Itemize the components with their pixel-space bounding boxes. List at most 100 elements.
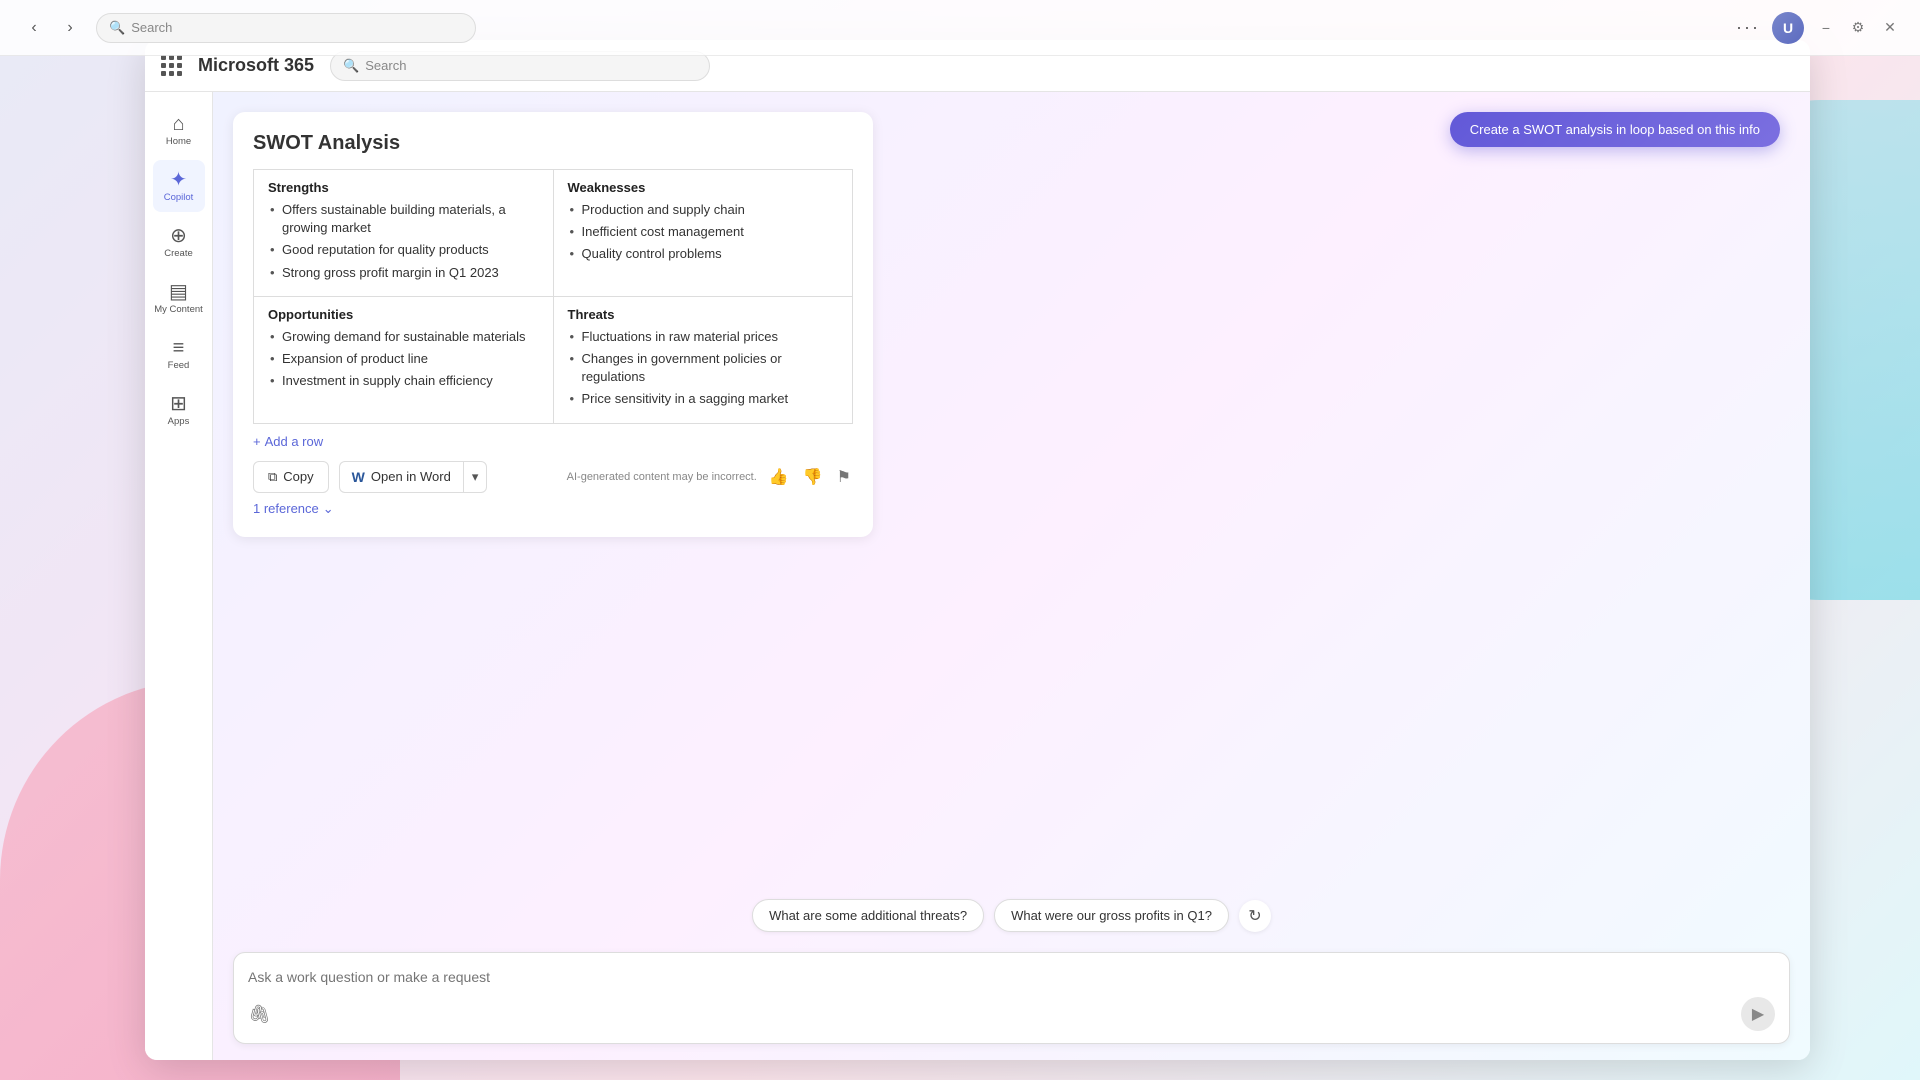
swot-strengths-cell: Strengths Offers sustainable building ma… xyxy=(254,170,554,297)
chat-container: SWOT Analysis Strengths Offers sustainab… xyxy=(213,92,1810,889)
app-title: Microsoft 365 xyxy=(198,55,314,76)
my-content-icon: ▤ xyxy=(169,282,188,302)
minimize-button[interactable]: − xyxy=(1816,18,1836,38)
sidebar-label-home: Home xyxy=(166,136,191,147)
list-item: Offers sustainable building materials, a… xyxy=(268,201,539,237)
chevron-down-icon: ▾ xyxy=(472,469,479,484)
browser-search-bar[interactable]: 🔍 Search xyxy=(96,13,476,43)
close-button[interactable]: ✕ xyxy=(1880,18,1900,38)
word-icon: W xyxy=(352,469,365,485)
feed-icon: ≡ xyxy=(173,338,185,358)
reference-label: 1 reference xyxy=(253,501,319,516)
opportunities-list: Growing demand for sustainable materials… xyxy=(268,328,539,391)
copy-button[interactable]: ⧉ Copy xyxy=(253,461,329,493)
browser-actions: ··· U − ⚙ ✕ xyxy=(1736,12,1900,44)
avatar[interactable]: U xyxy=(1772,12,1804,44)
browser-menu-button[interactable]: ··· xyxy=(1736,17,1760,38)
thumbs-up-button[interactable]: 👍 xyxy=(767,465,791,489)
search-placeholder: Search xyxy=(365,58,406,73)
suggestion-chip-profits[interactable]: What were our gross profits in Q1? xyxy=(994,899,1229,932)
sidebar-item-my-content[interactable]: ▤ My Content xyxy=(153,272,205,324)
threats-header: Threats xyxy=(568,307,839,322)
chevron-down-icon: ⌄ xyxy=(323,501,334,517)
list-item: Production and supply chain xyxy=(568,201,839,219)
create-swot-loop-button[interactable]: Create a SWOT analysis in loop based on … xyxy=(1450,112,1780,147)
sidebar-label-feed: Feed xyxy=(168,360,190,371)
open-word-dropdown-button[interactable]: ▾ xyxy=(463,461,488,493)
sidebar-item-create[interactable]: ⊕ Create xyxy=(153,216,205,268)
suggestion-chip-threats[interactable]: What are some additional threats? xyxy=(752,899,984,932)
list-item: Changes in government policies or regula… xyxy=(568,350,839,386)
thumbs-down-button[interactable]: 👎 xyxy=(801,465,825,489)
sidebar-item-home[interactable]: ⌂ Home xyxy=(153,104,205,156)
suggestions-row: What are some additional threats? What w… xyxy=(213,889,1810,942)
sidebar-item-apps[interactable]: ⊞ Apps xyxy=(153,384,205,436)
paperclip-icon: 🖇 xyxy=(248,1004,271,1024)
chat-input-box: 🖇 ▶ xyxy=(233,952,1790,1044)
open-word-button-group: W Open in Word ▾ xyxy=(339,461,488,493)
sidebar: ⌂ Home ✦ Copilot ⊕ Create ▤ My Content ≡… xyxy=(145,92,213,1060)
sidebar-item-copilot[interactable]: ✦ Copilot xyxy=(153,160,205,212)
browser-search-text: Search xyxy=(131,20,172,35)
copilot-icon: ✦ xyxy=(170,170,187,190)
refresh-suggestions-button[interactable]: ↻ xyxy=(1239,900,1271,932)
open-word-label: Open in Word xyxy=(371,469,451,484)
copy-icon: ⧉ xyxy=(268,469,277,485)
copy-label: Copy xyxy=(283,469,313,484)
weaknesses-header: Weaknesses xyxy=(568,180,839,195)
list-item: Strong gross profit margin in Q1 2023 xyxy=(268,264,539,282)
reference-section[interactable]: 1 reference ⌄ xyxy=(253,501,853,517)
search-icon: 🔍 xyxy=(109,20,125,36)
apps-icon: ⊞ xyxy=(170,394,187,414)
chat-input-footer: 🖇 ▶ xyxy=(248,997,1775,1031)
list-item: Inefficient cost management xyxy=(568,223,839,241)
app-body: ⌂ Home ✦ Copilot ⊕ Create ▤ My Content ≡… xyxy=(145,92,1810,1060)
list-item: Growing demand for sustainable materials xyxy=(268,328,539,346)
ai-notice: AI-generated content may be incorrect. xyxy=(567,471,757,483)
open-in-word-button[interactable]: W Open in Word xyxy=(339,461,463,493)
swot-weaknesses-cell: Weaknesses Production and supply chain I… xyxy=(553,170,853,297)
content-area: Create a SWOT analysis in loop based on … xyxy=(213,92,1810,1060)
settings-button[interactable]: ⚙ xyxy=(1848,18,1868,38)
search-icon: 🔍 xyxy=(343,58,359,74)
browser-nav-controls: ‹ › xyxy=(20,14,84,42)
threats-list: Fluctuations in raw material prices Chan… xyxy=(568,328,839,409)
input-area: 🖇 ▶ xyxy=(213,942,1810,1060)
weaknesses-list: Production and supply chain Inefficient … xyxy=(568,201,839,264)
waffle-menu-button[interactable] xyxy=(161,55,182,76)
back-button[interactable]: ‹ xyxy=(20,14,48,42)
app-window: Microsoft 365 🔍 Search ⌂ Home ✦ Copilot … xyxy=(145,40,1810,1060)
list-item: Price sensitivity in a sagging market xyxy=(568,390,839,408)
opportunities-header: Opportunities xyxy=(268,307,539,322)
send-button[interactable]: ▶ xyxy=(1741,997,1775,1031)
add-row-button[interactable]: + Add a row xyxy=(253,434,853,449)
plus-icon: + xyxy=(253,434,261,449)
list-item: Good reputation for quality products xyxy=(268,241,539,259)
list-item: Investment in supply chain efficiency xyxy=(268,372,539,390)
send-icon: ▶ xyxy=(1752,1004,1764,1024)
strengths-header: Strengths xyxy=(268,180,539,195)
forward-button[interactable]: › xyxy=(56,14,84,42)
add-row-label: Add a row xyxy=(265,434,324,449)
list-item: Quality control problems xyxy=(568,245,839,263)
create-icon: ⊕ xyxy=(170,226,187,246)
swot-threats-cell: Threats Fluctuations in raw material pri… xyxy=(553,296,853,423)
swot-analysis-card: SWOT Analysis Strengths Offers sustainab… xyxy=(233,112,873,537)
swot-title: SWOT Analysis xyxy=(253,132,853,155)
home-icon: ⌂ xyxy=(172,114,184,134)
chat-input[interactable] xyxy=(248,965,1775,989)
sidebar-label-copilot: Copilot xyxy=(164,192,194,203)
feedback-icons: 👍 👎 ⚑ xyxy=(767,465,853,489)
sidebar-item-feed[interactable]: ≡ Feed xyxy=(153,328,205,380)
sidebar-label-my-content: My Content xyxy=(154,304,203,315)
list-item: Fluctuations in raw material prices xyxy=(568,328,839,346)
card-actions: ⧉ Copy W Open in Word ▾ AI- xyxy=(253,461,853,493)
attach-button[interactable]: 🖇 xyxy=(248,1004,271,1025)
sidebar-label-apps: Apps xyxy=(168,416,190,427)
flag-button[interactable]: ⚑ xyxy=(835,465,853,489)
list-item: Expansion of product line xyxy=(268,350,539,368)
browser-chrome: ‹ › 🔍 Search ··· U − ⚙ ✕ xyxy=(0,0,1920,56)
sidebar-label-create: Create xyxy=(164,248,193,259)
swot-opportunities-cell: Opportunities Growing demand for sustain… xyxy=(254,296,554,423)
strengths-list: Offers sustainable building materials, a… xyxy=(268,201,539,282)
